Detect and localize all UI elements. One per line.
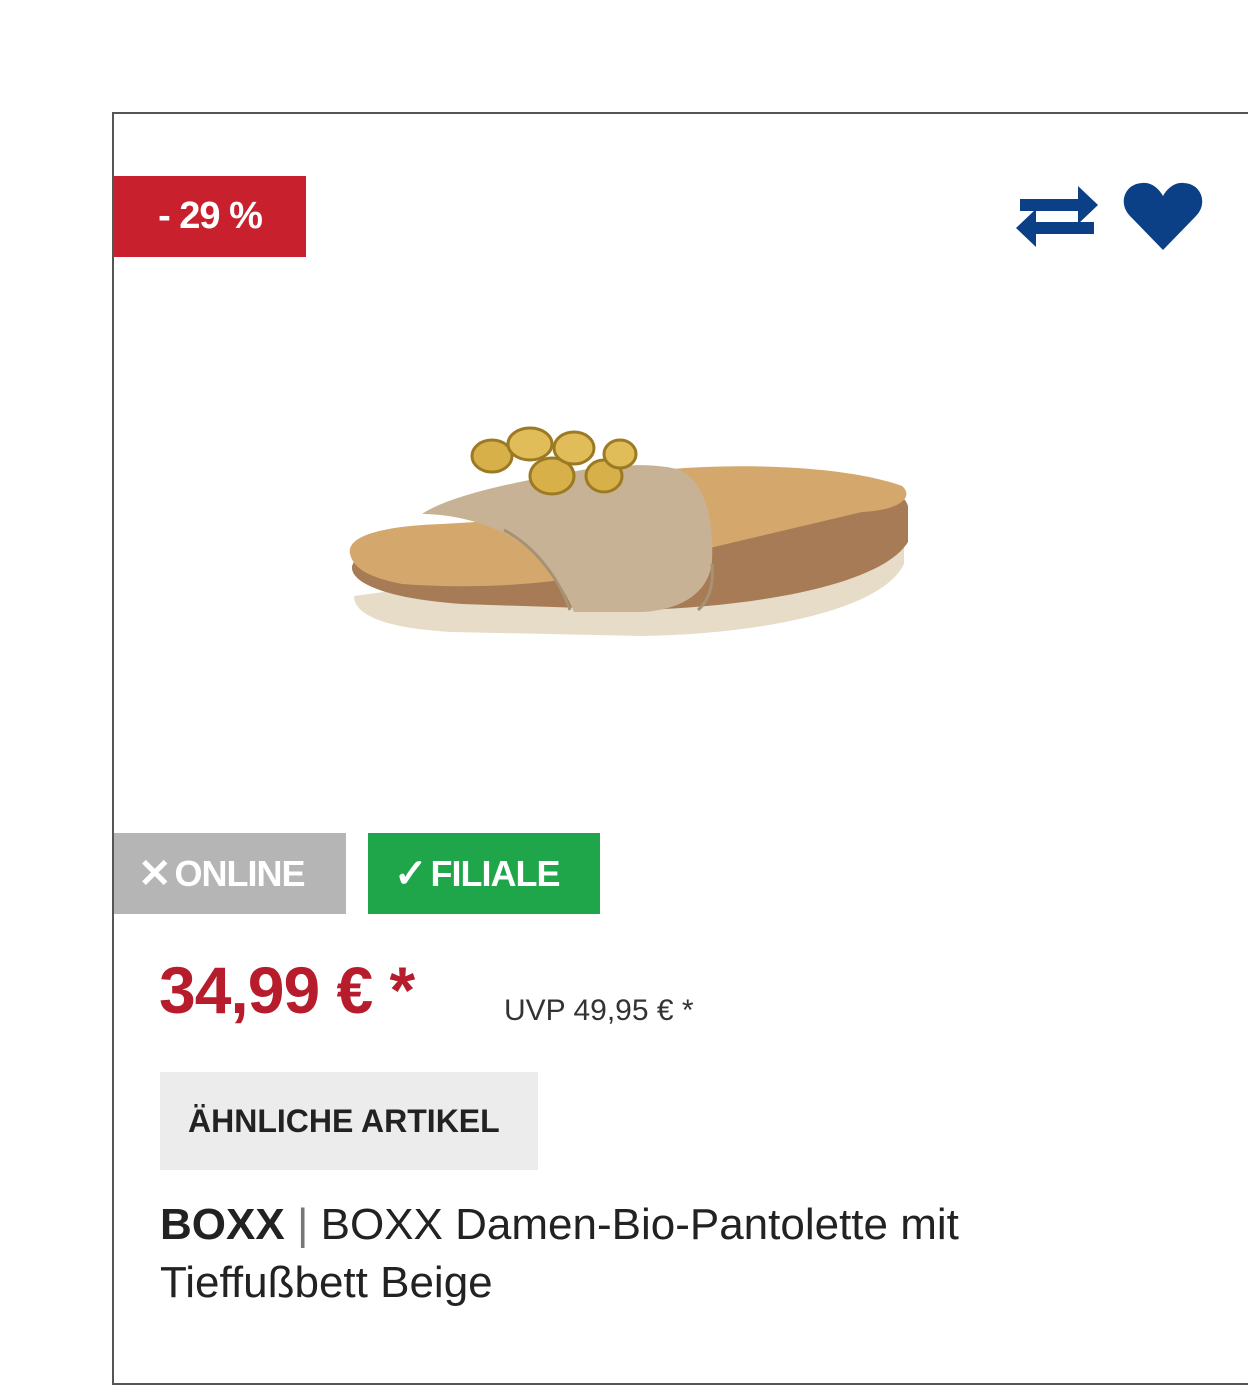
product-title[interactable]: BOXX | BOXX Damen-Bio-Pantolette mit Tie…	[160, 1196, 1140, 1312]
similar-items-button[interactable]: ÄHNLICHE ARTIKEL	[160, 1072, 538, 1170]
discount-badge: - 29 %	[114, 176, 306, 257]
availability-online-badge: ✕ ONLINE	[114, 833, 346, 914]
x-icon: ✕	[138, 851, 172, 896]
title-separator: |	[296, 1200, 309, 1249]
compare-arrows-icon[interactable]	[1014, 178, 1100, 252]
product-image[interactable]	[342, 414, 918, 654]
availability-store-label: FILIALE	[430, 852, 561, 894]
product-brand: BOXX	[160, 1200, 285, 1249]
heart-icon[interactable]	[1122, 180, 1204, 252]
current-price: 34,99 € *	[159, 953, 415, 1027]
check-icon: ✓	[394, 851, 428, 896]
uvp-price: UVP 49,95 € *	[504, 994, 694, 1027]
availability-store-badge: ✓ FILIALE	[368, 833, 600, 914]
product-card[interactable]: - 29 % ✕ ONLINE ✓ FILIALE 34,99 € * UVP …	[112, 112, 1248, 1385]
availability-online-label: ONLINE	[174, 852, 306, 894]
